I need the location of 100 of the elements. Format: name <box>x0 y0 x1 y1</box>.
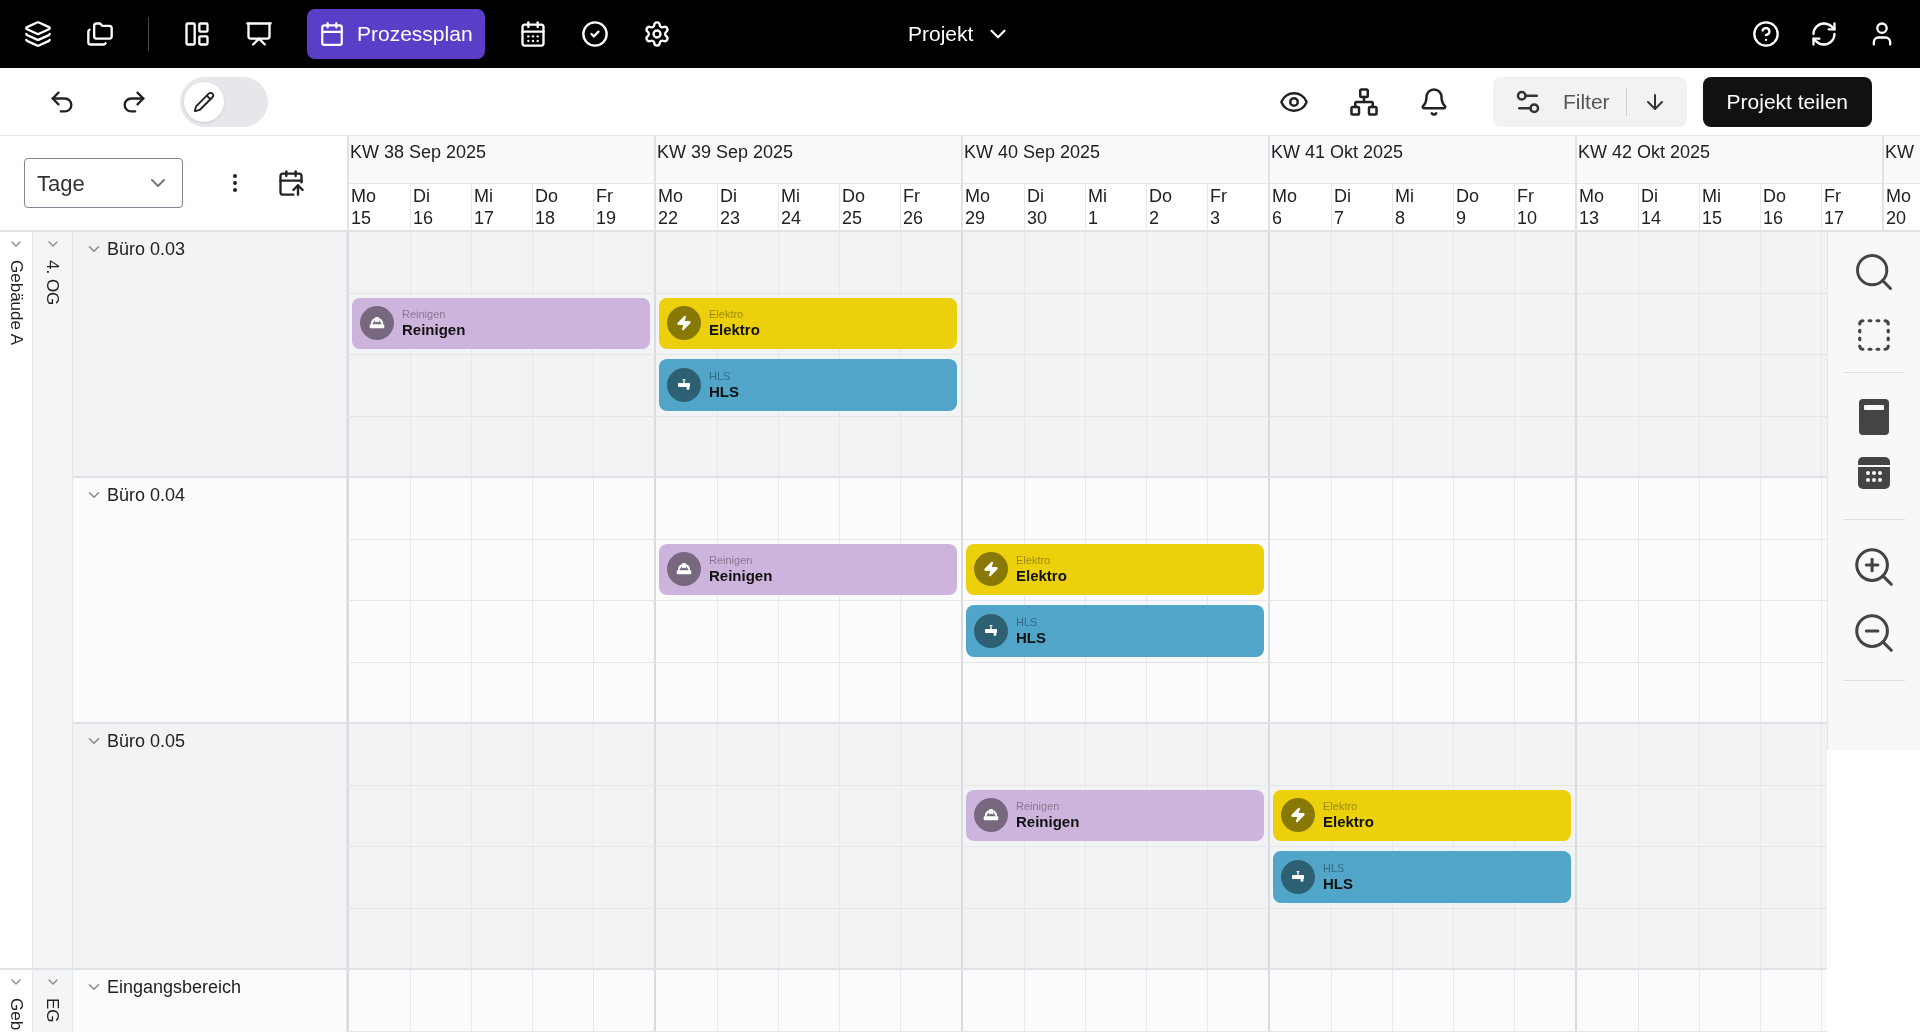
task-title: HLS <box>1323 875 1353 891</box>
weekday-label: Do <box>535 185 558 207</box>
refresh-icon[interactable] <box>1810 20 1838 48</box>
task-bar[interactable]: Elektro Elektro <box>1273 789 1571 841</box>
week-label: KW 38 Sep 2025 <box>350 142 487 162</box>
calendar-icon <box>319 21 345 47</box>
layers-icon <box>24 20 52 48</box>
room-name: Büro 0.05 <box>107 732 186 750</box>
task-category: Reinigen <box>1016 801 1061 813</box>
weekday-label: Mo <box>351 185 376 207</box>
weekday-label: Fr <box>903 185 920 207</box>
week-label: KW <box>1885 142 1914 162</box>
task-bar[interactable]: Reinigen Reinigen <box>966 789 1264 841</box>
date-label: 18 <box>535 207 556 229</box>
weekday-label: Mo <box>965 185 990 207</box>
task-category: Elektro <box>1016 555 1052 567</box>
task-bar[interactable]: Reinigen Reinigen <box>659 543 957 595</box>
project-menu[interactable]: Projekt <box>908 18 1012 50</box>
task-category: Elektro <box>1323 801 1359 813</box>
date-label: 13 <box>1579 207 1600 229</box>
task-bar[interactable]: Elektro Elektro <box>966 543 1264 595</box>
date-label: 7 <box>1334 207 1344 229</box>
date-label: 19 <box>596 207 617 229</box>
date-label: 15 <box>1702 207 1723 229</box>
weekday-label: Mi <box>1702 185 1721 207</box>
room-name: Büro 0.04 <box>107 486 186 504</box>
task-title: HLS <box>1016 629 1046 645</box>
task-title: Reinigen <box>402 322 466 338</box>
floor-label: 4. OG <box>42 260 64 306</box>
weekday-label: Do <box>1149 185 1172 207</box>
process-plan-tab[interactable]: Prozessplan <box>307 9 485 59</box>
date-label: 10 <box>1517 207 1538 229</box>
weekday-label: Di <box>720 185 737 207</box>
layout-icon <box>183 20 211 48</box>
room-name: Büro 0.03 <box>107 240 186 258</box>
week-label: KW 41 Okt 2025 <box>1271 142 1404 162</box>
edit-mode-toggle[interactable] <box>180 76 268 127</box>
task-bar[interactable]: HLS HLS <box>659 359 957 411</box>
settings-icon <box>642 20 671 48</box>
task-bar[interactable]: HLS HLS <box>1273 851 1571 903</box>
task-bar[interactable]: Reinigen Reinigen <box>352 297 650 349</box>
filter-button[interactable]: Filter <box>1512 85 1610 118</box>
hierarchy-icon[interactable] <box>1348 86 1379 117</box>
task-bar[interactable]: Elektro Elektro <box>659 297 957 349</box>
faucet-icon <box>676 376 692 393</box>
date-label: 22 <box>658 207 679 229</box>
task-title: Reinigen <box>1016 814 1080 830</box>
task-category: Reinigen <box>402 309 447 321</box>
task-title: Reinigen <box>709 568 773 584</box>
weekday-label: Di <box>413 185 430 207</box>
weekday-label: Fr <box>596 185 613 207</box>
task-title: Elektro <box>709 322 760 338</box>
calendar-upload-icon[interactable] <box>277 169 305 197</box>
date-label: 8 <box>1395 207 1405 229</box>
date-label: 3 <box>1210 207 1220 229</box>
weekday-label: Fr <box>1517 185 1534 207</box>
check-circle-icon <box>580 20 609 48</box>
task-category: Elektro <box>709 309 745 321</box>
task-category: HLS <box>1016 616 1039 628</box>
share-project-button[interactable]: Projekt teilen <box>1702 76 1872 127</box>
presentation-icon <box>245 20 273 48</box>
help-icon[interactable] <box>1752 20 1780 48</box>
lightning-icon <box>676 315 692 332</box>
view-select[interactable]: Tage <box>24 158 183 208</box>
date-label: 25 <box>842 207 863 229</box>
date-label: 20 <box>1886 207 1907 229</box>
lightning-icon <box>1290 807 1306 824</box>
date-label: 1 <box>1088 207 1098 229</box>
date-label: 16 <box>1763 207 1784 229</box>
date-label: 29 <box>965 207 986 229</box>
weekday-label: Do <box>842 185 865 207</box>
weekday-label: Mi <box>474 185 493 207</box>
task-bar[interactable]: HLS HLS <box>966 605 1264 657</box>
task-title: Elektro <box>1323 814 1374 830</box>
folders-icon <box>86 20 114 48</box>
building-label: Geb <box>5 998 27 1031</box>
date-label: 16 <box>413 207 434 229</box>
date-label: 26 <box>903 207 924 229</box>
calendar-grid-icon[interactable] <box>1858 457 1890 489</box>
building-label: Gebäude A <box>5 260 27 346</box>
weekday-label: Mo <box>658 185 683 207</box>
date-label: 15 <box>351 207 372 229</box>
task-category: HLS <box>1323 862 1346 874</box>
date-label: 2 <box>1149 207 1159 229</box>
weekday-label: Fr <box>1824 185 1841 207</box>
weekday-label: Mo <box>1272 185 1297 207</box>
weekday-label: Di <box>1027 185 1044 207</box>
week-label: KW 42 Okt 2025 <box>1578 142 1711 162</box>
weekday-label: Mi <box>1088 185 1107 207</box>
date-label: 24 <box>781 207 802 229</box>
date-label: 17 <box>1824 207 1845 229</box>
faucet-icon <box>983 622 999 639</box>
dashed-selection-icon[interactable] <box>1855 316 1893 354</box>
task-category: Reinigen <box>709 555 754 567</box>
weekday-label: Mo <box>1579 185 1604 207</box>
task-category: HLS <box>709 370 732 382</box>
weekday-label: Di <box>1334 185 1351 207</box>
weekday-label: Di <box>1641 185 1658 207</box>
date-label: 9 <box>1456 207 1466 229</box>
date-label: 17 <box>474 207 495 229</box>
